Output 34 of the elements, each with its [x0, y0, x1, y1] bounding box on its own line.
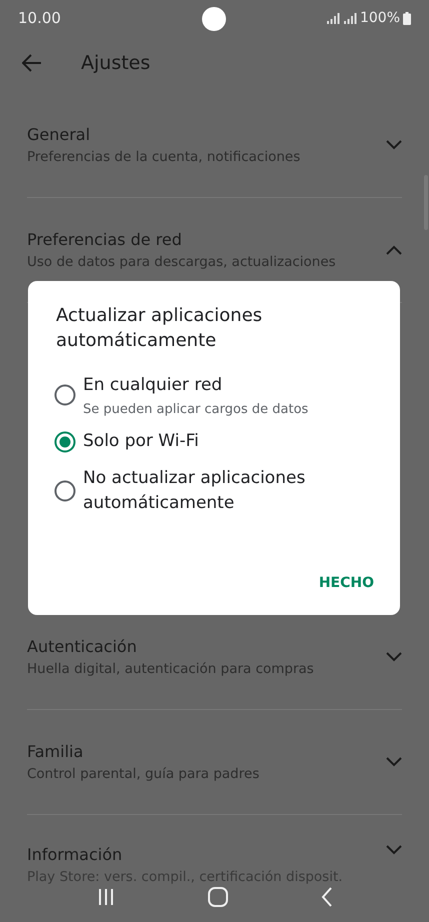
- battery-icon: [403, 12, 411, 24]
- home-icon[interactable]: [208, 887, 228, 907]
- setting-title[interactable]: Información: [27, 845, 343, 864]
- setting-subtitle: Uso de datos para descargas, actualizaciones: [27, 254, 336, 270]
- setting-title[interactable]: General: [27, 125, 300, 144]
- setting-subtitle: Control parental, guía para padres: [27, 766, 260, 782]
- option-label[interactable]: No actualizar aplicaciones automáticamente: [83, 466, 380, 516]
- page-title: Ajustes: [81, 52, 150, 74]
- recent-apps-icon[interactable]: [96, 888, 114, 906]
- radio-button[interactable]: [54, 384, 76, 406]
- setting-title[interactable]: Autenticación: [27, 637, 314, 656]
- chevron-icon[interactable]: [386, 845, 402, 855]
- setting-title[interactable]: Preferencias de red: [27, 230, 336, 249]
- signal-icon: [342, 12, 357, 24]
- option-hint: Se pueden aplicar cargos de datos: [83, 402, 308, 417]
- option-label[interactable]: En cualquier red: [83, 373, 308, 398]
- back-icon[interactable]: [320, 887, 332, 907]
- camera-dot-icon: [202, 7, 226, 31]
- setting-title[interactable]: Familia: [27, 742, 260, 761]
- signal-icon: [326, 12, 340, 24]
- dialog-title: Actualizar aplicaciones automáticamente: [56, 304, 264, 353]
- chevron-icon[interactable]: [386, 140, 402, 150]
- radio-button[interactable]: [54, 430, 76, 452]
- status-time: 10.00: [18, 9, 61, 27]
- setting-subtitle: Huella digital, autenticación para compras: [27, 661, 314, 677]
- back-arrow-icon[interactable]: [22, 54, 42, 72]
- battery-percent: 100%: [360, 10, 400, 26]
- option-label[interactable]: Solo por Wi-Fi: [83, 429, 199, 454]
- chevron-icon[interactable]: [386, 245, 402, 255]
- done-button[interactable]: HECHO: [312, 567, 380, 599]
- setting-subtitle: Preferencias de la cuenta, notificaciones: [27, 149, 300, 165]
- radio-button[interactable]: [54, 480, 76, 502]
- chevron-icon[interactable]: [386, 652, 402, 662]
- chevron-icon[interactable]: [386, 757, 402, 767]
